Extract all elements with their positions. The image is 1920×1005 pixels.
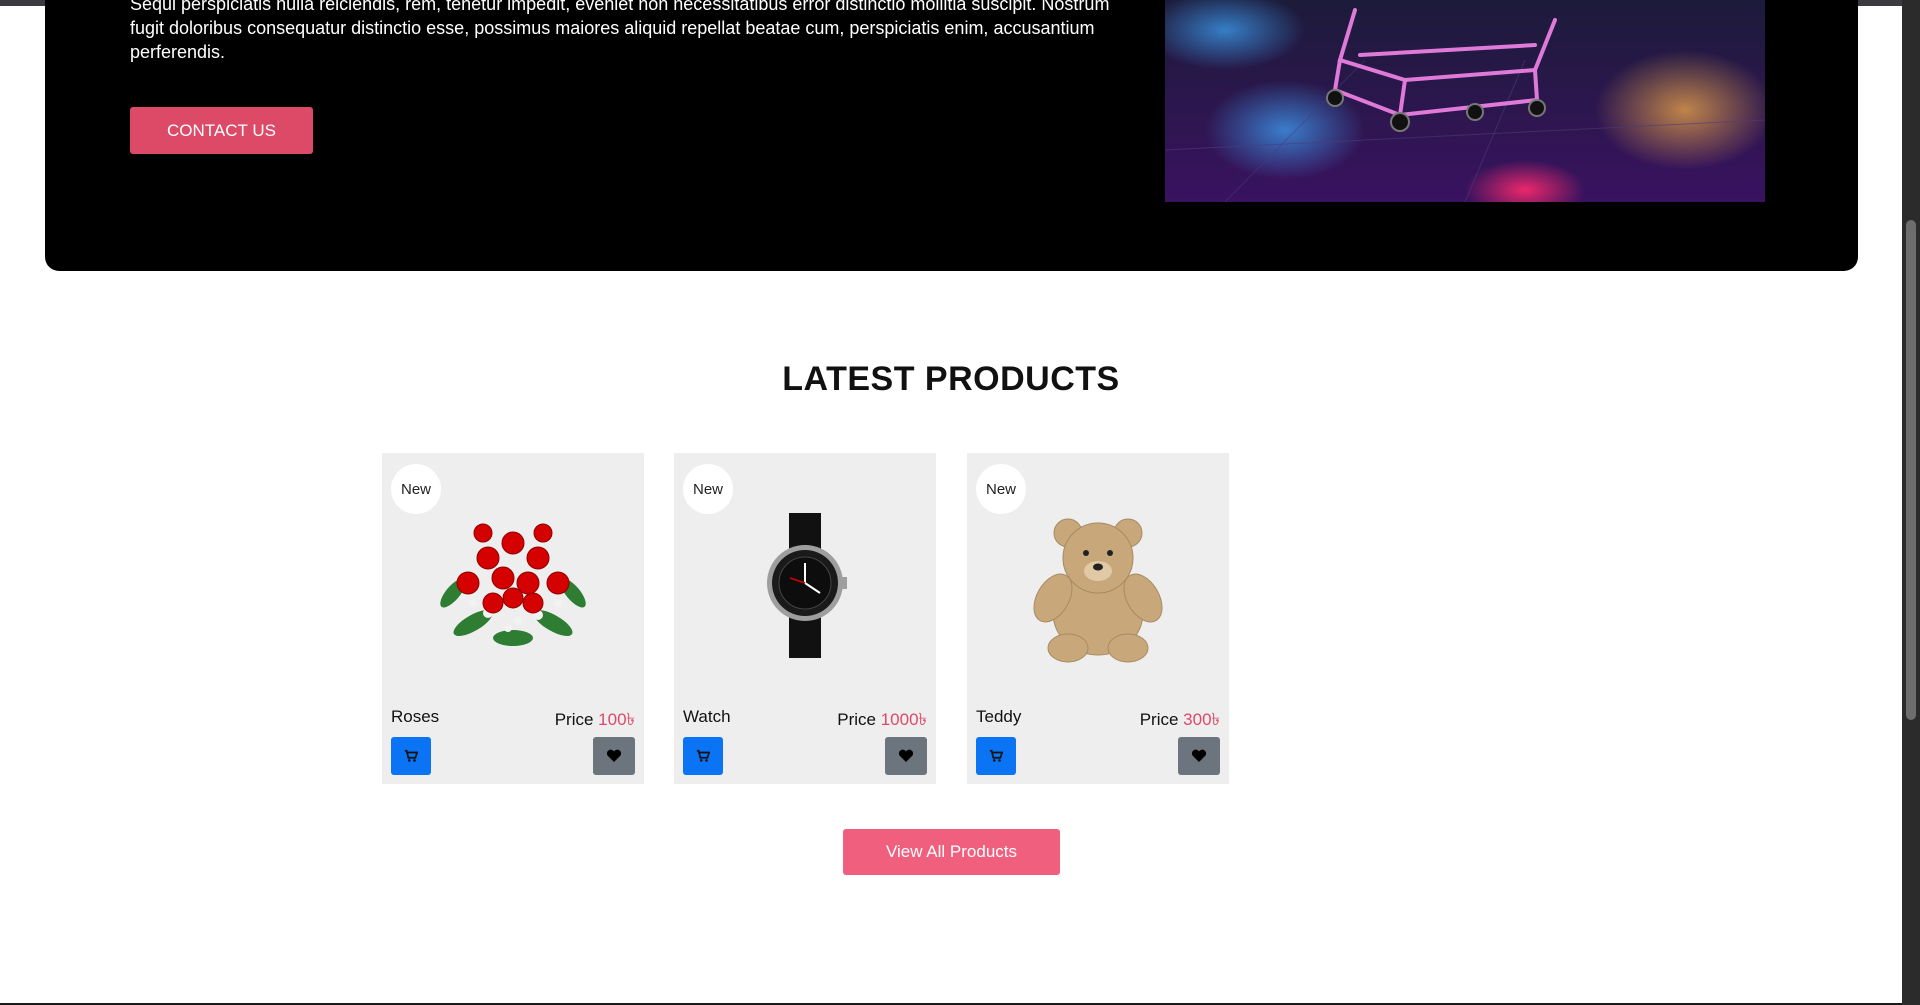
watch-image xyxy=(767,513,847,658)
add-to-cart-button[interactable] xyxy=(976,737,1016,775)
add-to-wishlist-button[interactable] xyxy=(593,737,635,775)
teddy-image xyxy=(1033,518,1163,663)
price-amount: 1000৳ xyxy=(880,710,927,729)
product-price: Price 100৳ xyxy=(555,707,635,735)
price-label: Price xyxy=(1139,710,1179,729)
product-card-teddy[interactable]: New Teddy Price 300৳ xyxy=(967,453,1229,784)
product-card-roses[interactable]: New Roses Price 100৳ xyxy=(382,453,644,784)
add-to-cart-button[interactable] xyxy=(683,737,723,775)
contact-us-button[interactable]: CONTACT US xyxy=(130,107,313,154)
price-amount: 100৳ xyxy=(598,710,635,729)
add-to-cart-button[interactable] xyxy=(391,737,431,775)
cart-icon xyxy=(404,749,418,762)
heart-icon xyxy=(1191,749,1207,762)
scrollbar-thumb[interactable] xyxy=(1906,220,1916,720)
cart-icon xyxy=(989,749,1003,762)
view-all-products-button[interactable]: View All Products xyxy=(843,829,1060,875)
scrollbar[interactable] xyxy=(1902,0,1920,1005)
roses-image xyxy=(440,523,586,646)
shopping-cart-image xyxy=(1165,0,1765,202)
add-to-wishlist-button[interactable] xyxy=(885,737,927,775)
add-to-wishlist-button[interactable] xyxy=(1178,737,1220,775)
product-price: Price 1000৳ xyxy=(837,707,927,735)
price-label: Price xyxy=(554,710,594,729)
product-name: Watch xyxy=(683,707,731,726)
product-name: Roses xyxy=(391,707,440,726)
price-amount: 300৳ xyxy=(1183,710,1220,729)
hero-banner: Sequi perspiciatis nulla reiciendis, rem… xyxy=(45,0,1858,271)
price-label: Price xyxy=(837,710,876,729)
product-price: Price 300৳ xyxy=(1140,707,1220,735)
section-title: LATEST PRODUCTS xyxy=(782,360,1120,398)
cart-icon xyxy=(696,749,710,762)
hero-description: Sequi perspiciatis nulla reiciendis, rem… xyxy=(130,0,1110,62)
shopping-cart-illustration xyxy=(1165,0,1765,202)
product-card-watch[interactable]: New Watch Price 1000৳ xyxy=(674,453,936,784)
product-name: Teddy xyxy=(976,707,1022,726)
heart-icon xyxy=(898,749,914,762)
heart-icon xyxy=(606,749,622,762)
